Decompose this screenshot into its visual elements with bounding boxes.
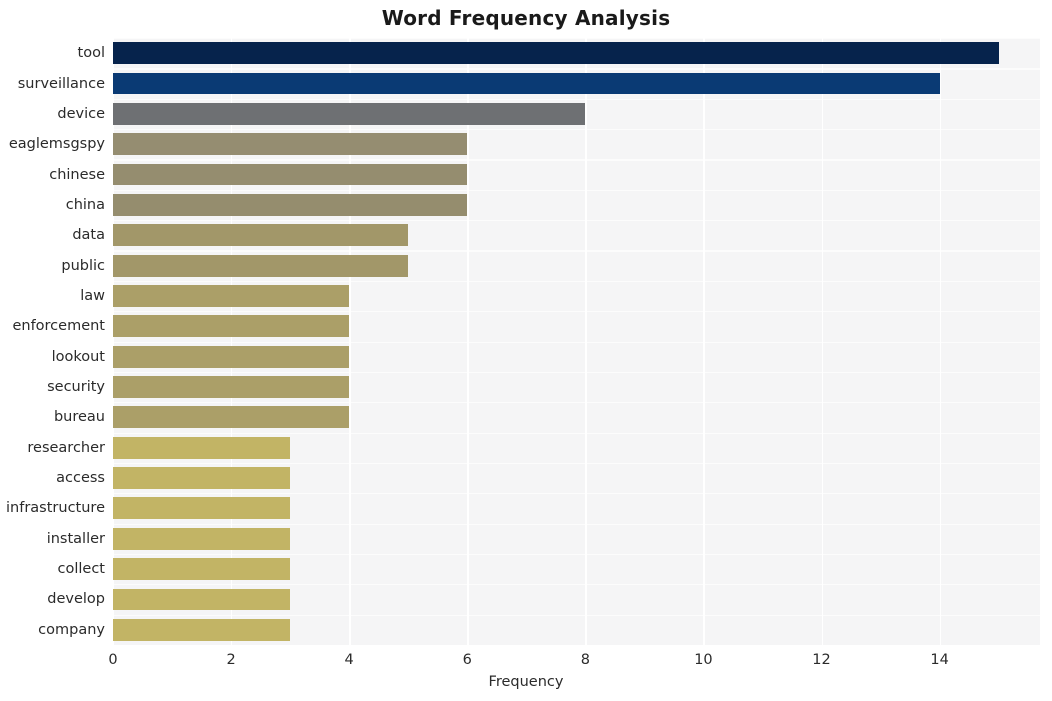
y-axis: tool surveillance device eaglemsgspy chinese…: [0, 38, 105, 645]
horizontal-gridline: [113, 553, 1040, 556]
x-tick-label-8: 8: [580, 652, 590, 668]
horizontal-gridline: [113, 311, 1040, 313]
horizontal-gridline: [113, 189, 1040, 191]
y-tick-label-access: access: [56, 470, 105, 487]
vertical-gridline: [113, 38, 115, 645]
bar-company: [113, 618, 291, 641]
bar-device: [113, 102, 586, 125]
x-tick-label-6: 6: [462, 652, 472, 668]
bar-law: [113, 285, 350, 307]
y-tick-label-law: law: [80, 287, 105, 304]
bar-infrastructure: [113, 497, 291, 520]
x-axis: 0 2 4 6 8 10 12 14: [108, 645, 1040, 675]
plot-area: [113, 38, 1040, 645]
bar-researcher: [113, 436, 291, 459]
horizontal-gridline: [113, 68, 1040, 70]
bar-surveillance: [113, 72, 940, 95]
y-tick-label-lookout: lookout: [51, 348, 105, 365]
y-tick-label-china: china: [65, 196, 105, 213]
bar-china: [113, 193, 468, 216]
bar-public: [113, 254, 409, 277]
horizontal-gridline: [113, 523, 1040, 525]
y-tick-label-data: data: [72, 227, 105, 244]
y-tick-label-infrastructure: infrastructure: [6, 500, 105, 517]
bar-chinese: [113, 163, 468, 186]
horizontal-gridline: [113, 584, 1040, 586]
bar-develop: [113, 588, 291, 611]
chart-title: Word Frequency Analysis: [381, 6, 671, 30]
y-tick-label-bureau: bureau: [53, 409, 105, 426]
y-tick-label-tool: tool: [77, 45, 105, 62]
horizontal-gridline: [113, 402, 1040, 404]
y-tick-label-security: security: [47, 379, 105, 396]
x-tick-label-10: 10: [694, 652, 713, 668]
bar-access: [113, 467, 291, 489]
y-tick-label-enforcement: enforcement: [12, 318, 105, 335]
bar-eaglemsgspy: [113, 133, 468, 156]
horizontal-gridline: [113, 493, 1040, 495]
bar-installer: [113, 527, 291, 550]
x-tick-label-14: 14: [930, 652, 949, 668]
x-tick-label-4: 4: [344, 652, 354, 668]
horizontal-gridline: [113, 432, 1040, 434]
horizontal-gridline: [113, 280, 1040, 282]
x-tick-label-12: 12: [812, 652, 831, 668]
bar-security: [113, 376, 350, 398]
vertical-gridline: [585, 38, 587, 645]
bar-bureau: [113, 406, 350, 429]
vertical-gridline: [939, 38, 941, 645]
y-tick-label-develop: develop: [47, 591, 105, 608]
horizontal-gridline: [113, 38, 1040, 40]
horizontal-gridline: [113, 220, 1040, 222]
x-axis-label: Frequency: [488, 674, 564, 690]
y-tick-label-chinese: chinese: [49, 166, 105, 183]
y-tick-label-researcher: researcher: [27, 439, 105, 456]
y-tick-label-public: public: [61, 257, 105, 274]
y-tick-label-collect: collect: [57, 561, 105, 578]
y-tick-label-eaglemsgspy: eaglemsgspy: [8, 136, 105, 153]
horizontal-gridline: [113, 614, 1040, 616]
horizontal-gridline: [113, 341, 1040, 343]
y-tick-label-surveillance: surveillance: [17, 75, 105, 92]
horizontal-gridline: [113, 159, 1040, 161]
bar-data: [113, 224, 409, 247]
bar-tool: [113, 42, 999, 65]
bar-enforcement: [113, 315, 350, 338]
y-tick-label-installer: installer: [46, 530, 105, 547]
vertical-gridline: [703, 38, 705, 645]
x-tick-label-0: 0: [108, 652, 118, 668]
y-tick-label-device: device: [57, 105, 105, 122]
vertical-gridline: [467, 38, 469, 645]
bar-collect: [113, 558, 291, 581]
word-frequency-chart-figure: Word Frequency Analysis tool surveillance…: [0, 0, 1052, 701]
y-tick-label-company: company: [38, 621, 105, 638]
vertical-gridline: [231, 38, 233, 645]
horizontal-gridline: [113, 250, 1040, 252]
vertical-gridline: [821, 38, 823, 645]
bar-lookout: [113, 345, 350, 368]
horizontal-gridline: [113, 462, 1040, 465]
horizontal-gridline: [113, 129, 1040, 131]
vertical-gridline: [349, 38, 351, 645]
x-tick-label-2: 2: [226, 652, 236, 668]
horizontal-gridline: [113, 98, 1040, 100]
horizontal-gridline: [113, 371, 1040, 374]
